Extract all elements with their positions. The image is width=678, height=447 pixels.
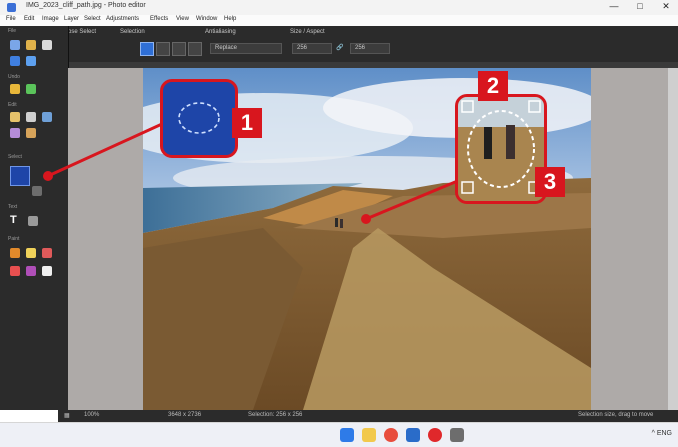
browser-icon[interactable]	[384, 428, 398, 442]
windows-icon[interactable]	[340, 428, 354, 442]
system-tray[interactable]: ^ ENG	[652, 430, 672, 437]
status-bar: ▦ 100% 3648 x 2736 Selection: 256 x 256 …	[58, 410, 678, 422]
selection-zoom	[455, 94, 547, 204]
callout-number-2: 2	[478, 71, 508, 101]
callout-lines	[43, 122, 461, 224]
callout-line-1	[47, 122, 163, 178]
selection-handles-graphic	[458, 97, 544, 201]
windows-taskbar: ^ ENG	[0, 422, 678, 447]
zoom-level[interactable]: 100%	[84, 412, 99, 418]
callout-dot-3	[361, 214, 371, 224]
mail-icon[interactable]	[406, 428, 420, 442]
printer-icon[interactable]	[450, 428, 464, 442]
callout-line-3	[365, 178, 461, 221]
selection-size: Selection: 256 x 256	[248, 412, 303, 418]
grid-icon[interactable]: ▦	[64, 412, 70, 419]
callout-dot-1	[43, 171, 53, 181]
ellipse-tool-zoom	[160, 79, 238, 158]
file-explorer-icon[interactable]	[362, 428, 376, 442]
status-hint: Selection size, drag to move	[578, 412, 654, 418]
image-size: 3648 x 2736	[168, 412, 202, 418]
callout-number-3: 3	[535, 167, 565, 197]
callout-number-1: 1	[232, 108, 262, 138]
ellipse-select-icon	[178, 102, 220, 134]
opera-icon[interactable]	[428, 428, 442, 442]
